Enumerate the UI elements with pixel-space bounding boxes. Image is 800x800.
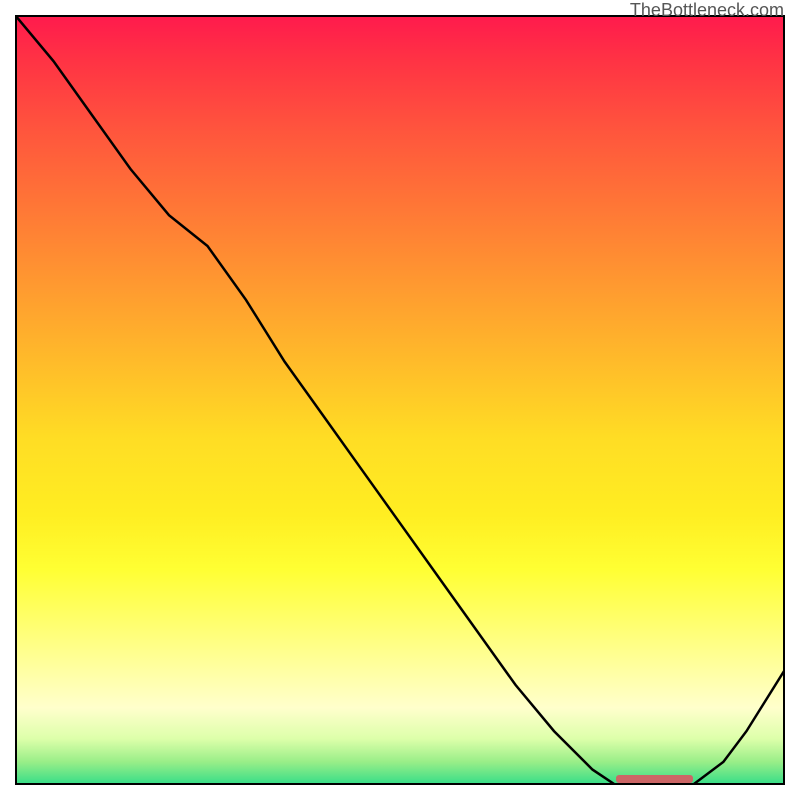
chart-container: TheBottleneck.com	[0, 0, 800, 800]
watermark-text: TheBottleneck.com	[630, 0, 784, 21]
chart-border	[15, 15, 785, 785]
